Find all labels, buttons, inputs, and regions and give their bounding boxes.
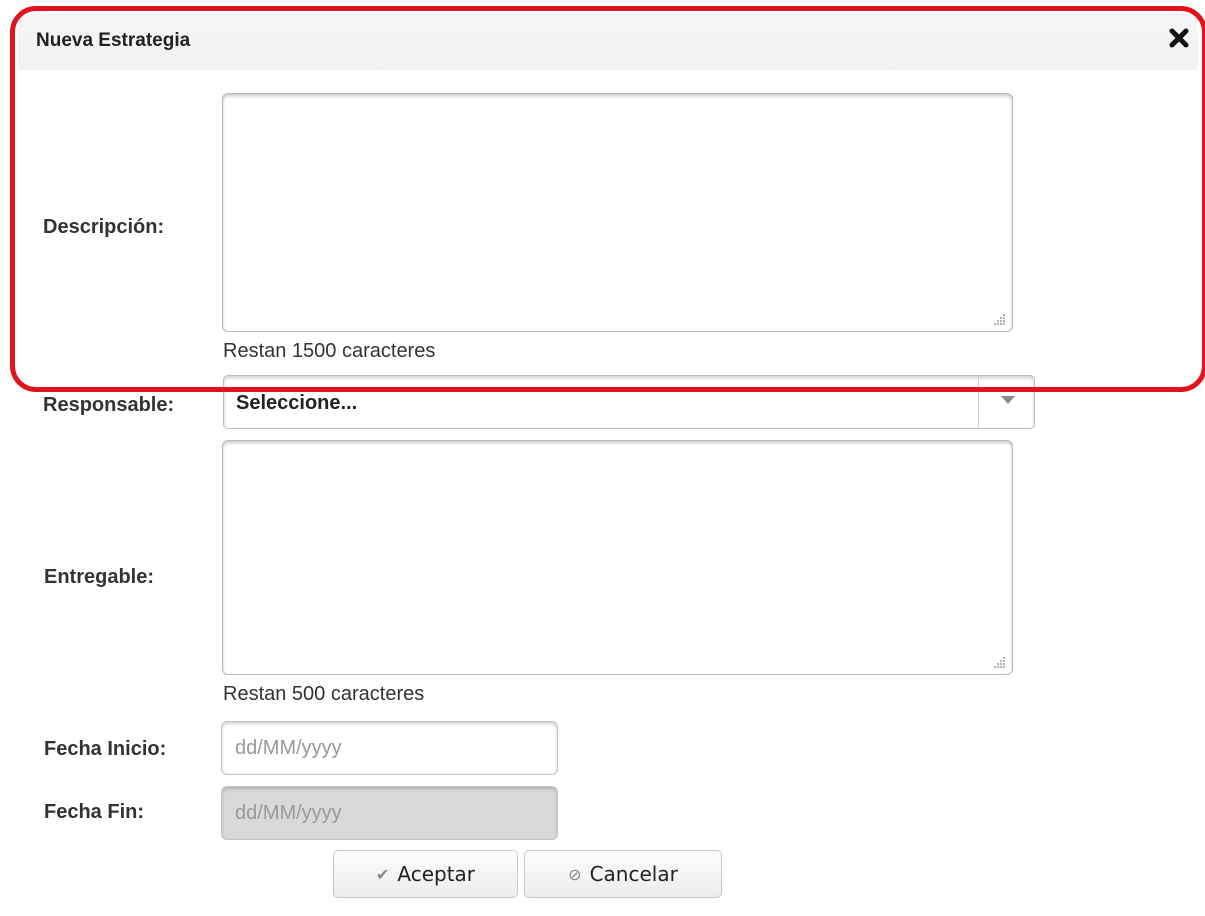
accept-button-label: Aceptar xyxy=(397,862,476,886)
dialog-title: Nueva Estrategia xyxy=(36,30,191,51)
descripcion-label: Descripción: xyxy=(43,216,165,238)
check-icon: ✔ xyxy=(375,864,390,884)
responsable-selected-value: Seleccione... xyxy=(236,392,358,414)
responsable-select[interactable]: Seleccione... xyxy=(223,375,1035,429)
cancel-icon: ⊘ xyxy=(568,864,582,884)
fecha-inicio-label: Fecha Inicio: xyxy=(44,738,167,760)
cancel-button-label: Cancelar xyxy=(589,862,678,886)
descripcion-textarea[interactable] xyxy=(222,93,1013,332)
resize-grip-icon[interactable] xyxy=(992,655,1006,669)
responsable-label: Responsable: xyxy=(43,394,175,416)
fecha-inicio-input[interactable] xyxy=(221,721,558,775)
close-icon[interactable] xyxy=(1168,27,1190,49)
fecha-fin-label: Fecha Fin: xyxy=(44,801,145,823)
select-divider xyxy=(978,376,979,428)
dialog: Nueva Estrategia Descripción: Restan 150… xyxy=(0,0,1205,916)
descripcion-counter: Restan 1500 caracteres xyxy=(223,340,436,362)
chevron-down-icon[interactable] xyxy=(1001,396,1015,404)
entregable-textarea[interactable] xyxy=(222,440,1013,675)
cancel-button[interactable]: ⊘ Cancelar xyxy=(524,850,722,898)
entregable-label: Entregable: xyxy=(44,566,155,588)
resize-grip-icon[interactable] xyxy=(992,312,1006,326)
accept-button[interactable]: ✔ Aceptar xyxy=(333,850,518,898)
fecha-fin-input xyxy=(221,786,558,840)
dialog-titlebar xyxy=(18,14,1198,70)
entregable-counter: Restan 500 caracteres xyxy=(223,683,425,705)
